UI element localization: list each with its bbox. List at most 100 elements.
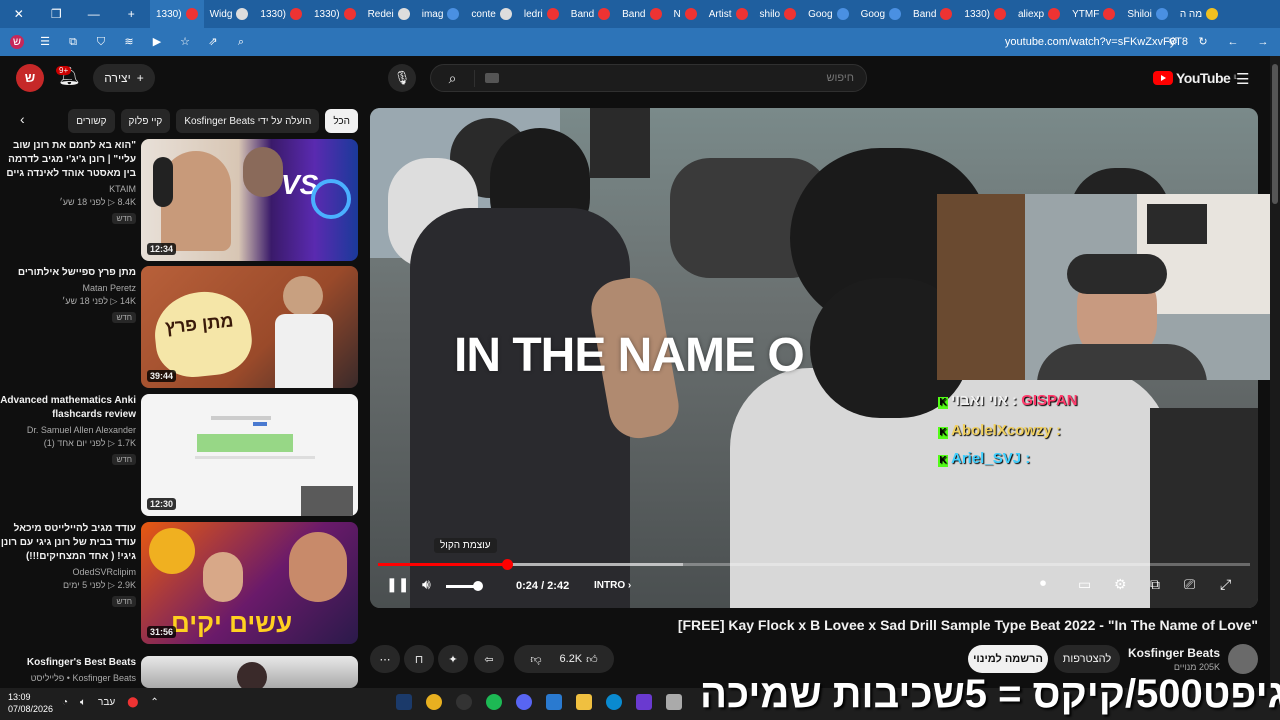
miniplayer-icon[interactable]: ⧉ — [1150, 576, 1160, 593]
dislike-icon[interactable]: 👎︎ — [530, 653, 541, 666]
video-title[interactable]: Advanced mathematics Anki flashcards rev… — [0, 394, 136, 422]
like-icon[interactable]: 👍︎ — [586, 653, 598, 666]
steam-icon[interactable] — [396, 694, 412, 710]
browser-tab[interactable]: Artist — [703, 0, 754, 28]
shield-icon[interactable]: ⛉ — [94, 35, 108, 49]
back-icon[interactable]: ← — [1226, 35, 1240, 49]
show-hidden-icons-icon[interactable]: ⌃ — [150, 697, 158, 708]
subscribe-button[interactable]: הרשמה למינוי — [968, 645, 1048, 673]
browser-tab[interactable]: ledri — [518, 0, 565, 28]
subtitles-icon[interactable]: ▭ — [1078, 576, 1091, 593]
browser-tab[interactable]: Widg — [204, 0, 255, 28]
minimize-window-icon[interactable]: — — [79, 7, 109, 21]
list-item[interactable]: מתן פרץ 39:44 מתן פרץ ספיישל אילתורים Ma… — [0, 266, 358, 388]
scrubber-knob[interactable] — [502, 559, 514, 570]
join-button[interactable]: להצטרפות — [1054, 645, 1120, 673]
browser-tab[interactable]: Shiloi — [1121, 0, 1173, 28]
translate-icon[interactable]: ≋ — [122, 35, 136, 49]
app-icon[interactable] — [666, 694, 682, 710]
channel-avatar[interactable] — [1228, 644, 1258, 674]
browser-tab[interactable]: N — [668, 0, 703, 28]
reload-icon[interactable]: ↻ — [1196, 35, 1210, 49]
video-thumbnail[interactable] — [141, 656, 358, 688]
discord-icon[interactable] — [516, 694, 532, 710]
browser-tab[interactable]: Goog — [855, 0, 907, 28]
list-item[interactable]: עשים יקים 31:56 עודד מגיב להיילייטס מיכא… — [0, 522, 358, 644]
chip-all[interactable]: הכל — [325, 109, 358, 133]
chapter-button[interactable]: INTRO › — [594, 580, 631, 591]
file-explorer-icon[interactable] — [576, 694, 592, 710]
wifi-icon[interactable]: ◔ — [62, 697, 68, 708]
browser-tab[interactable]: Redei — [362, 0, 416, 28]
volume-knob[interactable] — [473, 581, 483, 591]
pause-icon[interactable]: ❚❚ — [386, 576, 409, 593]
ask-ai-button[interactable]: ✦ — [438, 645, 468, 673]
voice-search-button[interactable]: 🎙︎ — [388, 64, 416, 92]
video-thumbnail[interactable]: VS 12:34 — [141, 139, 358, 261]
chip-related[interactable]: קשורים — [68, 109, 115, 133]
channel-name[interactable]: Matan Peretz — [0, 283, 136, 293]
youtube-logo[interactable]: YouTube IL — [1153, 70, 1238, 86]
browser-tab[interactable]: YTMF — [1066, 0, 1121, 28]
browser-tab[interactable]: conte — [465, 0, 517, 28]
browser-tab[interactable]: Band — [616, 0, 667, 28]
app-icon[interactable] — [636, 694, 652, 710]
browser-tab[interactable]: imag — [416, 0, 466, 28]
site-settings-icon[interactable]: ⚙ — [1166, 35, 1180, 49]
bookmark-star-icon[interactable]: ☆ — [178, 35, 192, 49]
channel-name[interactable]: Kosfinger Beats • פלייליסט — [0, 673, 136, 683]
chip-kay-flock[interactable]: קיי פלוק — [120, 109, 171, 133]
browser-tab[interactable]: מה ה — [1174, 0, 1224, 28]
chip-uploaded-by[interactable]: הועלה על ידי Kosfinger Beats — [176, 109, 320, 133]
video-title[interactable]: Kosfinger's Best Beats — [0, 656, 136, 670]
progress-bar[interactable] — [378, 559, 1250, 570]
video-title[interactable]: מתן פרץ ספיישל אילתורים — [0, 266, 136, 280]
autoplay-toggle-icon[interactable]: ⏺ — [1040, 576, 1046, 591]
browser-tab[interactable]: (1330 — [958, 0, 1012, 28]
volume-icon[interactable]: 🔊︎ — [422, 576, 431, 593]
language-indicator[interactable]: עבר — [98, 697, 115, 708]
maximize-window-icon[interactable]: ❐ — [41, 7, 71, 21]
search-icon[interactable]: ⌕ — [431, 69, 475, 87]
more-actions-button[interactable]: ⋯ — [370, 645, 400, 673]
chevron-left-icon[interactable]: ‹ — [20, 111, 25, 127]
channel-name[interactable]: KTAIM — [0, 184, 136, 194]
cast-icon[interactable]: ⎚ — [1184, 576, 1195, 593]
list-item[interactable]: 12:30 Advanced mathematics Anki flashcar… — [0, 394, 358, 516]
keyboard-icon[interactable] — [485, 73, 499, 83]
extension-avatar-icon[interactable]: ש — [10, 35, 24, 49]
video-title[interactable]: עודד מגיב להיילייטס מיכאל עודד בבית של ר… — [0, 522, 136, 564]
browser-tab[interactable]: (1330 — [150, 0, 204, 28]
channel-name[interactable]: Kosfinger Beats — [1128, 646, 1220, 660]
edge-icon[interactable] — [606, 694, 622, 710]
share-icon[interactable]: ⇗ — [206, 35, 220, 49]
channel-name[interactable]: OdedSVRclipim — [0, 567, 136, 577]
taskbar-clock[interactable]: 13:09 07/08/2026 — [8, 691, 53, 715]
app-tray-icon[interactable]: ⬤ — [127, 697, 138, 708]
hamburger-menu-icon[interactable]: ☰ — [1236, 70, 1249, 88]
browser-tab[interactable]: aliexp — [1012, 0, 1066, 28]
browser-tab[interactable]: Band — [565, 0, 616, 28]
list-item[interactable]: VS 12:34 "הוא בא לחמם את רונן שוב עליי" … — [0, 139, 358, 261]
new-tab-button[interactable]: + — [116, 7, 146, 21]
extensions-icon[interactable]: ⧉ — [66, 35, 80, 49]
youtube-extension-icon[interactable]: ▶ — [150, 35, 164, 49]
reading-list-icon[interactable]: ☰ — [38, 35, 52, 49]
forward-icon[interactable]: → — [1256, 35, 1270, 49]
share-button[interactable]: ⇦ — [474, 645, 504, 673]
scrollbar-thumb[interactable] — [1272, 64, 1278, 204]
zoom-icon[interactable]: ⌕ — [234, 35, 248, 49]
app-icon[interactable] — [546, 694, 562, 710]
chrome-icon[interactable] — [426, 694, 442, 710]
url-text[interactable]: youtube.com/watch?v=sFKwZxvFyT8 — [1005, 36, 1188, 48]
spotify-icon[interactable] — [486, 694, 502, 710]
browser-tab[interactable]: Goog — [802, 0, 854, 28]
settings-gear-icon[interactable]: ⚙ — [1114, 576, 1127, 593]
search-input[interactable] — [499, 72, 866, 84]
browser-tab[interactable]: Band — [907, 0, 958, 28]
close-window-icon[interactable]: ✕ — [4, 7, 34, 21]
list-item[interactable]: Kosfinger's Best Beats Kosfinger Beats •… — [0, 656, 358, 688]
fullscreen-icon[interactable]: ⤢ — [1220, 576, 1231, 593]
create-button[interactable]: + יצירה — [93, 64, 155, 92]
save-button[interactable]: ⊓ — [404, 645, 434, 673]
